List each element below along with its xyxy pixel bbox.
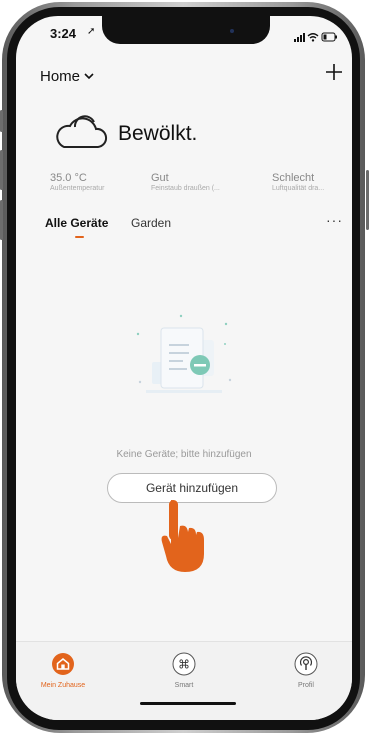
metric-value: 35.0 °C [50, 172, 87, 184]
status-icons [294, 29, 338, 47]
profile-icon [294, 652, 318, 676]
notch [102, 16, 270, 44]
cloud-icon [50, 111, 110, 158]
volume-down-button [0, 200, 3, 240]
app-screen: 3:24 ➚ Home Bewölkt. 35.0 °C Außentemper… [16, 16, 352, 720]
metric-label: Luftqualität dra... [272, 185, 325, 192]
plus-icon [326, 64, 342, 80]
hand-pointer-icon [159, 496, 211, 581]
location-arrow-icon: ➚ [87, 26, 96, 37]
metric-label: Außentemperatur [50, 185, 105, 192]
metric-value: Schlecht [272, 172, 315, 184]
home-selector[interactable]: Home [40, 68, 94, 85]
wifi-icon [307, 33, 319, 39]
empty-state-illustration [126, 304, 246, 419]
house-icon [52, 653, 74, 675]
command-icon: ⌘ [172, 652, 196, 676]
battery-icon [321, 32, 337, 42]
metric-temperature: 35.0 °C Außentemperatur [50, 172, 104, 192]
nav-label: Smart [174, 682, 194, 689]
svg-text:⌘: ⌘ [178, 658, 190, 672]
home-indicator [140, 702, 236, 705]
more-icon[interactable]: ··· [326, 212, 343, 228]
nav-label: Mein Zuhause [40, 682, 86, 689]
tab-garden[interactable]: Garden [131, 216, 171, 230]
bottom-navigation: Mein Zuhause ⌘ Smart Profil [16, 641, 352, 720]
nav-profile[interactable]: Profil [271, 652, 341, 689]
tab-active-indicator [75, 236, 84, 238]
nav-label: Profil [298, 682, 314, 689]
chevron-down-icon [84, 73, 94, 80]
status-time: 3:24 [50, 26, 77, 41]
metric-label: Feinstaub draußen (... [151, 185, 220, 192]
empty-state-message: Keine Geräte; bitte hinzufügen [116, 449, 252, 460]
signal-icon [294, 33, 305, 42]
metric-pm: Gut Feinstaub draußen (... [151, 172, 220, 192]
camera-dot [230, 29, 234, 33]
add-button[interactable] [322, 60, 346, 84]
weather-condition: Bewölkt. [118, 122, 198, 145]
volume-up-button [0, 150, 3, 190]
metric-air-quality: Schlecht Luftqualität dra... [272, 172, 324, 192]
tab-all-devices[interactable]: Alle Geräte [45, 216, 108, 230]
nav-smart[interactable]: ⌘ Smart [149, 652, 219, 689]
home-label: Home [40, 68, 81, 85]
nav-home[interactable]: Mein Zuhause [28, 652, 98, 689]
mute-switch [0, 110, 3, 132]
metric-value: Gut [151, 172, 169, 184]
